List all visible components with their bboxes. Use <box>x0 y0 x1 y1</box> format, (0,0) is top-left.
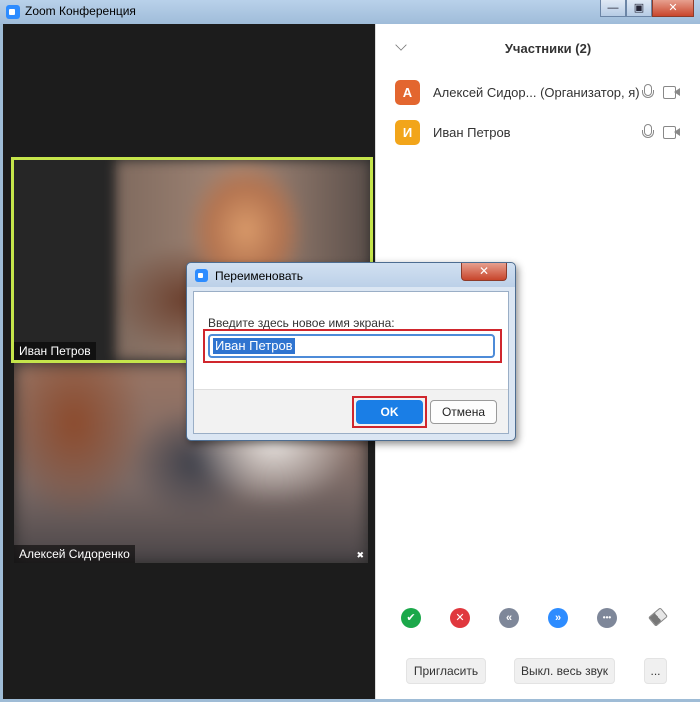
window-title: Zoom Конференция <box>25 4 136 18</box>
dialog-title-bar: Переименовать ✕ <box>187 263 515 287</box>
video-camera-icon[interactable] <box>663 126 680 139</box>
ok-button[interactable]: OK <box>356 400 423 424</box>
video-name-label: Алексей Сидоренко <box>14 545 135 563</box>
fast-forward-icon[interactable]: » <box>548 608 568 628</box>
video-camera-icon[interactable] <box>663 86 680 99</box>
nonverbal-feedback-bar: ✔ ✕ « » ••• <box>376 607 700 630</box>
dialog-body: Введите здесь новое имя экрана: Иван Пет… <box>193 291 509 434</box>
participants-header: Участники (2) <box>376 24 700 72</box>
microphone-icon[interactable] <box>642 124 654 142</box>
muted-mic-icon: ✖ <box>356 550 364 560</box>
microphone-icon[interactable] <box>642 84 654 102</box>
mute-all-button[interactable]: Выкл. весь звук <box>514 658 615 684</box>
dialog-close-button[interactable]: ✕ <box>461 263 507 281</box>
video-name-label: Иван Петров <box>14 342 96 360</box>
rename-dialog: Переименовать ✕ Введите здесь новое имя … <box>186 262 516 441</box>
zoom-app-icon <box>6 5 20 19</box>
invite-button[interactable]: Пригласить <box>406 658 486 684</box>
minimize-icon: — <box>607 2 619 14</box>
participant-row[interactable]: И Иван Петров <box>376 114 700 152</box>
zoom-app-icon <box>195 269 208 282</box>
participants-title: Участники (2) <box>504 41 592 56</box>
check-icon[interactable]: ✔ <box>401 608 421 628</box>
screen-name-value: Иван Петров <box>213 338 295 354</box>
screen-name-input[interactable]: Иван Петров <box>208 334 495 358</box>
participant-name: Иван Петров <box>433 125 511 140</box>
close-icon[interactable]: ✕ <box>450 608 470 628</box>
avatar: И <box>395 120 420 145</box>
rename-prompt-label: Введите здесь новое имя экрана: <box>208 316 395 330</box>
maximize-button[interactable]: ▣ <box>626 0 652 17</box>
rewind-icon[interactable]: « <box>499 608 519 628</box>
cancel-button[interactable]: Отмена <box>430 400 497 424</box>
close-icon: ✕ <box>668 2 678 14</box>
dialog-title: Переименовать <box>215 269 303 283</box>
video-letterbox <box>14 160 116 360</box>
eraser-icon[interactable] <box>648 607 668 627</box>
close-button[interactable]: ✕ <box>652 0 694 17</box>
title-bar: Zoom Конференция — ▣ ✕ <box>0 0 700 24</box>
avatar: А <box>395 80 420 105</box>
more-icon[interactable]: ••• <box>597 608 617 628</box>
participant-row[interactable]: А Алексей Сидор... (Организатор, я) <box>376 74 700 112</box>
dialog-footer: OK Отмена <box>194 389 508 433</box>
participants-footer: Пригласить Выкл. весь звук ... <box>376 658 700 684</box>
window-controls: — ▣ ✕ <box>600 0 694 17</box>
maximize-icon: ▣ <box>633 2 645 14</box>
participant-name: Алексей Сидор... (Организатор, я) <box>433 85 640 100</box>
minimize-button[interactable]: — <box>600 0 626 17</box>
more-options-button[interactable]: ... <box>644 658 667 684</box>
